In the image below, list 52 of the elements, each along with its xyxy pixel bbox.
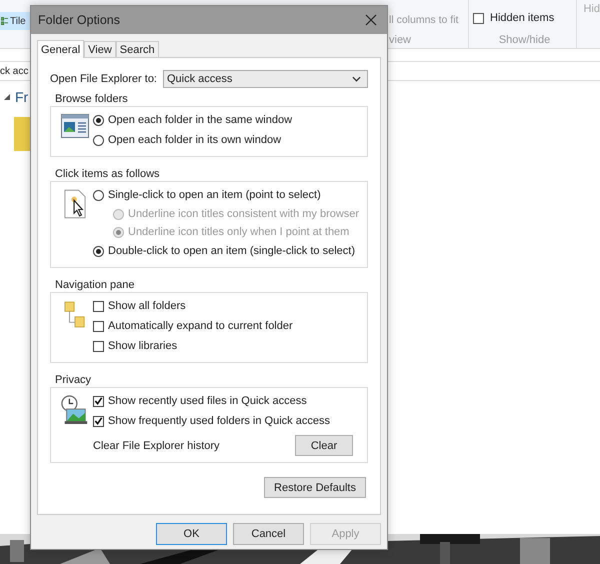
dropdown[interactable]: Quick access	[163, 70, 368, 88]
radio-button[interactable]	[93, 134, 104, 146]
option-label: Automatically expand to current folder	[108, 320, 293, 332]
option-label: Open each folder in the same window	[108, 114, 292, 126]
document-cursor-icon	[64, 189, 86, 219]
window-title: Folder Options	[38, 13, 120, 27]
checkbox[interactable]	[473, 12, 484, 24]
layout-option[interactable]: Tile	[0, 12, 30, 30]
field-label: Open File Explorer to:	[50, 73, 157, 85]
folder-tree-icon	[64, 300, 86, 330]
option-label: Underline icon titles only when I point at them	[128, 226, 350, 238]
group-label: Show/hide	[498, 34, 550, 46]
expand-icon[interactable]	[4, 94, 10, 100]
address-text[interactable]: ck acc	[0, 66, 28, 76]
radio-button[interactable]	[93, 246, 104, 256]
checkbox[interactable]	[93, 320, 104, 332]
chevron-icon	[352, 76, 361, 82]
checkbox-label: Hidden items	[490, 12, 554, 24]
radio-button[interactable]	[93, 114, 104, 126]
option-label: Show recently used files in Quick access	[108, 395, 307, 407]
checkbox[interactable]	[93, 416, 104, 426]
option-label: Single-click to open an item (point to select)	[108, 189, 321, 201]
option-label: Show all folders	[108, 300, 186, 312]
option-label: Open each folder in its own window	[108, 134, 282, 146]
group-title: Click items as follows	[55, 168, 160, 180]
group-title: Navigation pane	[55, 279, 135, 291]
group-title: Browse folders	[55, 93, 128, 105]
checkbox[interactable]	[93, 340, 104, 352]
clear-history-label: Clear File Explorer history	[93, 440, 220, 452]
checkbox[interactable]	[93, 396, 104, 406]
option-label: Underline icon titles consistent with my browser	[128, 208, 360, 220]
tiles-icon	[1, 16, 8, 26]
group-label: view	[389, 34, 412, 46]
dialog-button[interactable]: OK	[156, 523, 227, 545]
tab[interactable]: Search	[116, 41, 159, 57]
nav-item[interactable]: Fr	[15, 89, 28, 105]
checkbox[interactable]	[93, 300, 104, 312]
option-label: Show frequently used folders in Quick access	[108, 415, 330, 427]
option-label: Double-click to open an item (single-click to select)	[108, 245, 355, 257]
dialog-button[interactable]: Cancel	[233, 523, 304, 545]
close-icon[interactable]	[365, 14, 377, 26]
radio-button[interactable]	[93, 190, 104, 200]
tab[interactable]: General	[37, 40, 84, 58]
tab[interactable]: View	[84, 41, 116, 57]
option-label: Show libraries	[108, 340, 178, 352]
folder-icon	[14, 117, 30, 151]
clear-button[interactable]: Clear	[295, 435, 353, 456]
restore-defaults-button[interactable]: Restore Defaults	[264, 477, 366, 498]
dropdown-value: Quick access	[167, 73, 232, 85]
clock-picture-icon	[61, 395, 89, 425]
group-title: Privacy	[55, 374, 92, 386]
window-icon	[61, 114, 89, 138]
